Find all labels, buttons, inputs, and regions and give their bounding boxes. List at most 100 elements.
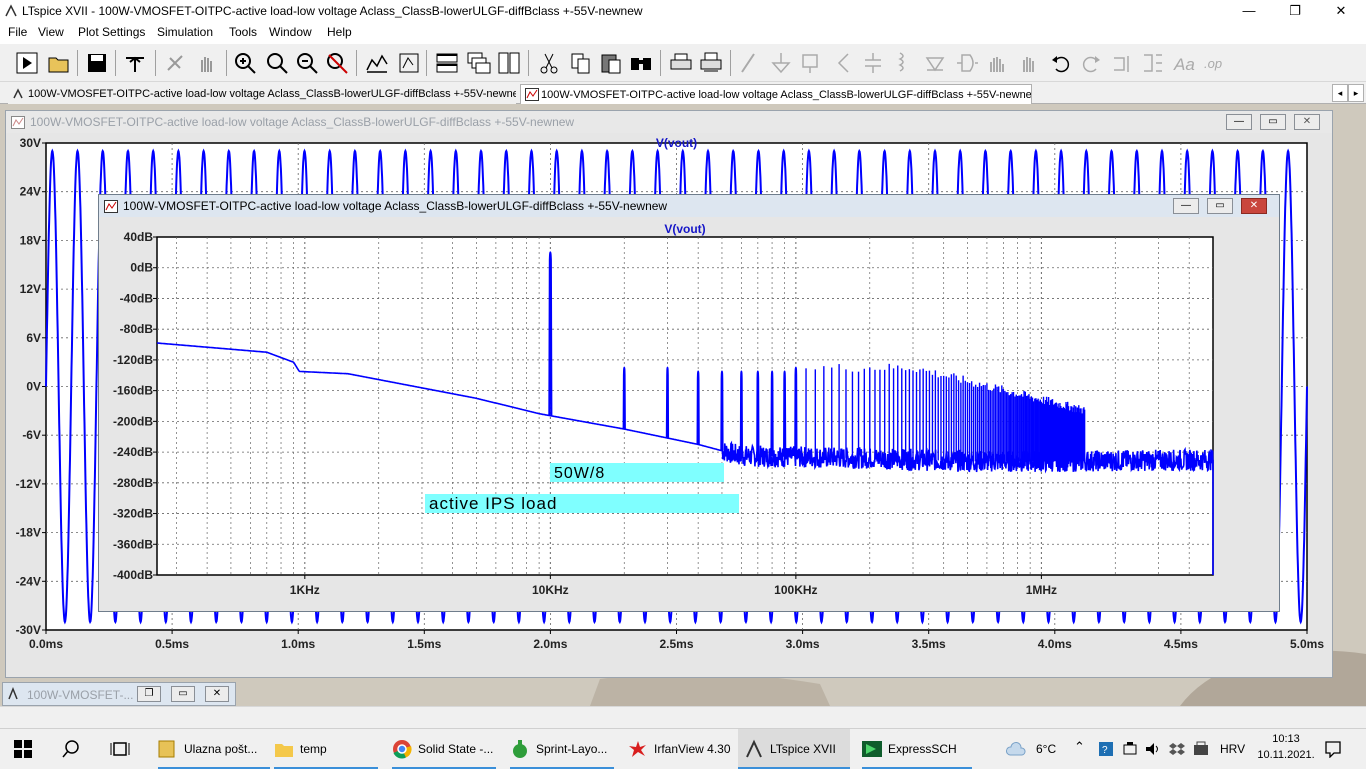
minimize-button[interactable]: —: [1226, 114, 1252, 130]
inductor-icon[interactable]: [890, 50, 916, 76]
close-button[interactable]: ✕: [205, 686, 229, 702]
open-icon[interactable]: [46, 50, 72, 76]
tab-waveform[interactable]: 100W-VMOSFET-OITPC-active load-low volta…: [520, 84, 1032, 104]
maximize-button[interactable]: ▭: [1207, 198, 1233, 214]
network-icon[interactable]: ?: [1098, 741, 1114, 757]
tile-vertical-icon[interactable]: [496, 50, 522, 76]
minimize-button[interactable]: —: [1173, 198, 1199, 214]
zoom-in-icon[interactable]: [232, 50, 258, 76]
clock-date[interactable]: 10.11.2021.: [1250, 749, 1322, 761]
redo-icon[interactable]: [1078, 50, 1104, 76]
component-icon[interactable]: [954, 50, 980, 76]
drag-icon[interactable]: [1016, 50, 1042, 76]
annotation-label: active IPS load: [429, 494, 557, 513]
capacitor-icon[interactable]: [860, 50, 886, 76]
tab-scroll-left-button[interactable]: ◂: [1332, 84, 1348, 102]
y-tick-label: 24V: [20, 185, 41, 199]
run-icon[interactable]: [14, 50, 40, 76]
menu-plot-settings[interactable]: Plot Settings: [78, 25, 145, 39]
maximize-button[interactable]: ▭: [1260, 114, 1286, 130]
taskbar-item-ltspice[interactable]: LTspice XVII: [738, 729, 850, 769]
tab-scroll-right-button[interactable]: ▸: [1348, 84, 1364, 102]
maximize-button[interactable]: ❐: [1272, 0, 1318, 22]
y-tick-label: -360dB: [113, 537, 153, 551]
weather-cloud-icon[interactable]: [1006, 741, 1028, 757]
windows-start-icon[interactable]: [14, 740, 32, 758]
language-indicator[interactable]: HRV: [1220, 742, 1245, 756]
taskbar-item-chrome[interactable]: Solid State -...: [392, 729, 496, 769]
fft-chart[interactable]: V(vout) 40dB 0dB -40dB -80dB -120dB -160dB -200…: [107, 219, 1275, 607]
usb-icon[interactable]: [1122, 741, 1138, 757]
volume-icon[interactable]: [1144, 741, 1162, 757]
window-caption[interactable]: 100W-VMOSFET-OITPC-active load-low volta…: [99, 195, 1279, 217]
print-icon[interactable]: [668, 50, 694, 76]
menu-help[interactable]: Help: [327, 25, 352, 39]
search-icon[interactable]: [62, 740, 80, 758]
resistor-icon[interactable]: [830, 50, 856, 76]
fft-plot-window[interactable]: 100W-VMOSFET-OITPC-active load-low volta…: [98, 194, 1280, 612]
tab-schematic[interactable]: 100W-VMOSFET-OITPC-active load-low volta…: [8, 84, 516, 104]
menu-view[interactable]: View: [38, 25, 64, 39]
taskbar-item-temp[interactable]: temp: [274, 729, 378, 769]
move-icon[interactable]: [984, 50, 1010, 76]
notifications-icon[interactable]: [1324, 740, 1342, 758]
close-button[interactable]: ✕: [1294, 114, 1320, 130]
cut-icon[interactable]: [536, 50, 562, 76]
tile-horizontal-icon[interactable]: [434, 50, 460, 76]
undo-icon[interactable]: [1048, 50, 1074, 76]
print-preview-icon[interactable]: [698, 50, 724, 76]
y-tick-label: -40dB: [120, 291, 154, 305]
halt-icon[interactable]: [162, 50, 188, 76]
y-tick-label: -200dB: [113, 414, 153, 428]
ground-icon[interactable]: [768, 50, 794, 76]
taskbar-item-sprint-layout[interactable]: Sprint-Layo...: [510, 729, 614, 769]
menu-window[interactable]: Window: [269, 25, 312, 39]
taskbar-item-irfanview[interactable]: IrfanView 4.30: [628, 729, 732, 769]
menu-tools[interactable]: Tools: [229, 25, 257, 39]
autorange-icon[interactable]: [364, 50, 390, 76]
diode-icon[interactable]: [922, 50, 948, 76]
zoom-box-icon[interactable]: [264, 50, 290, 76]
pan-icon[interactable]: [194, 50, 220, 76]
text-icon[interactable]: Aa: [1172, 50, 1198, 76]
restore-button[interactable]: ❐: [137, 686, 161, 702]
security-icon[interactable]: [1192, 741, 1210, 757]
menu-simulation[interactable]: Simulation: [157, 25, 213, 39]
rotate-icon[interactable]: [1110, 50, 1136, 76]
control-panel-icon[interactable]: [122, 50, 148, 76]
menu-file[interactable]: File: [8, 25, 27, 39]
zoom-out-icon[interactable]: [294, 50, 320, 76]
minimize-button[interactable]: —: [1226, 0, 1272, 22]
maximize-button[interactable]: ▭: [171, 686, 195, 702]
waveform-icon: [11, 116, 25, 129]
window-caption[interactable]: 100W-VMOSFET-OITPC-active load-low volta…: [6, 111, 1332, 133]
schematic-icon: [13, 88, 23, 99]
save-icon[interactable]: [84, 50, 110, 76]
harmonic-peak: [794, 366, 798, 457]
taskbar-item-mail[interactable]: Ulazna pošt...: [158, 729, 270, 769]
zoom-cancel-icon[interactable]: [324, 50, 350, 76]
close-button[interactable]: ✕: [1318, 0, 1364, 22]
copy-icon[interactable]: [568, 50, 594, 76]
taskbar-item-expresssch[interactable]: ExpressSCH: [862, 729, 972, 769]
minimized-window[interactable]: 100W-VMOSFET-... ❐ ▭ ✕: [2, 682, 236, 706]
mirror-icon[interactable]: [1140, 50, 1166, 76]
cascade-icon[interactable]: [466, 50, 492, 76]
harmonic-peak: [783, 370, 787, 457]
irfanview-icon: [629, 741, 646, 757]
weather-temperature[interactable]: 6°C: [1036, 742, 1056, 756]
label-icon[interactable]: [798, 50, 824, 76]
y-tick-label: -240dB: [113, 445, 153, 459]
spice-directive-icon[interactable]: .op: [1202, 50, 1228, 76]
wire-icon[interactable]: [736, 50, 762, 76]
dropbox-icon[interactable]: [1168, 741, 1186, 757]
chevron-up-icon[interactable]: ⌃: [1074, 739, 1085, 755]
clock-time[interactable]: 10:13: [1256, 733, 1316, 745]
find-icon[interactable]: [628, 50, 654, 76]
close-button[interactable]: ✕: [1241, 198, 1267, 214]
paste-icon[interactable]: [598, 50, 624, 76]
svg-text:.op: .op: [1204, 56, 1222, 71]
task-view-icon[interactable]: [110, 740, 130, 758]
fit-icon[interactable]: [396, 50, 422, 76]
y-tick-label: 6V: [26, 331, 41, 345]
